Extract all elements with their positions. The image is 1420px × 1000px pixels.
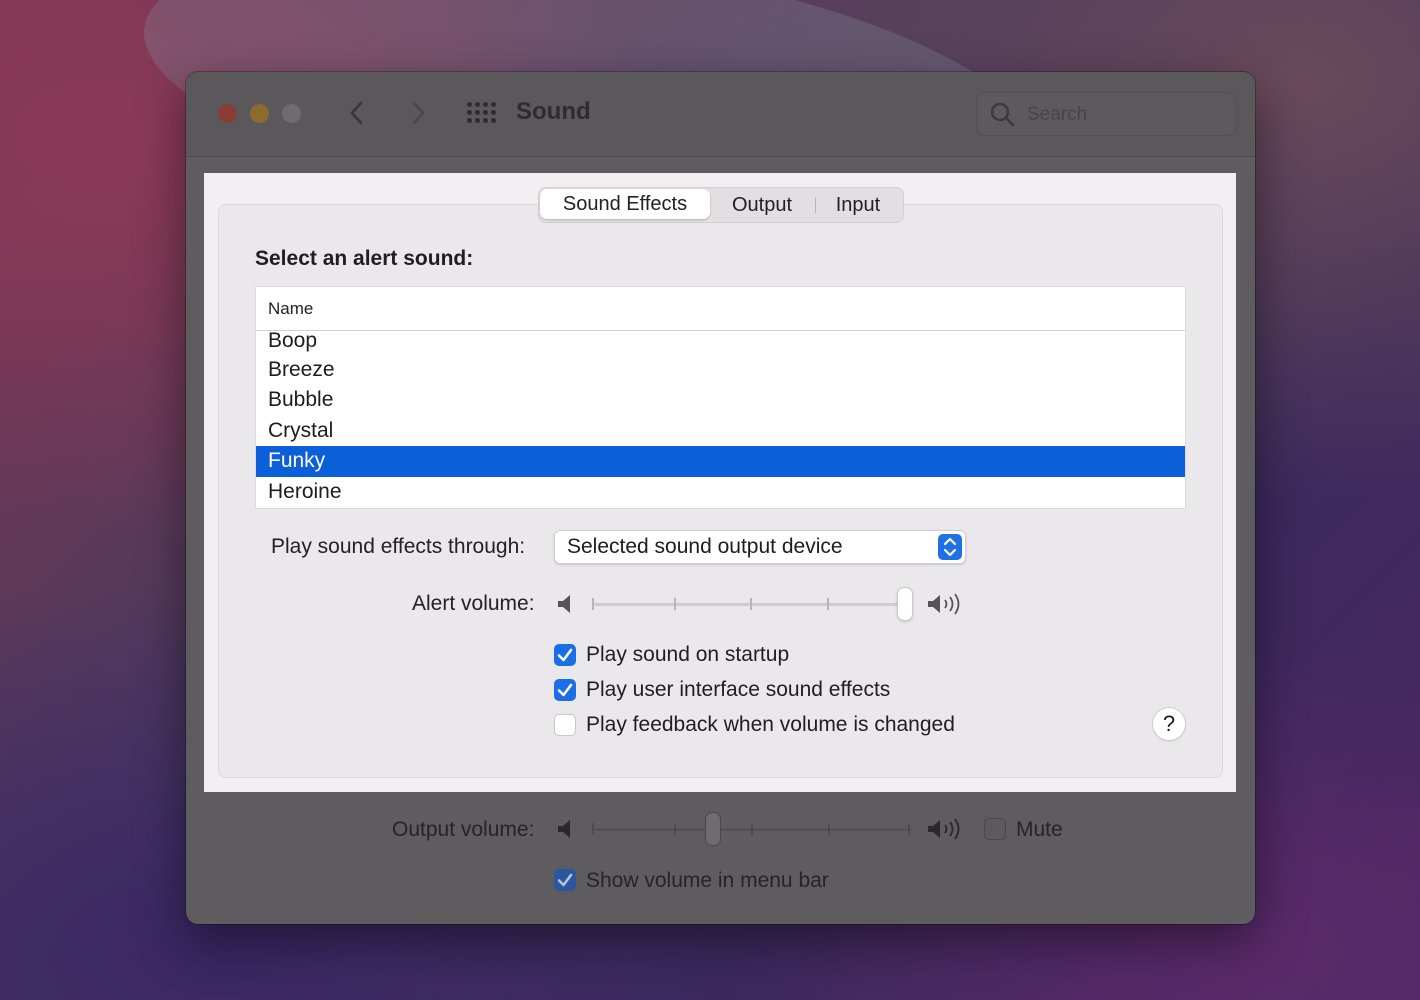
ui-sound-effects-label: Play user interface sound effects xyxy=(586,678,891,701)
speaker-low-icon xyxy=(558,820,570,838)
volume-feedback-label: Play feedback when volume is changed xyxy=(586,713,955,736)
tab-output[interactable]: Output xyxy=(717,188,807,222)
show-volume-label: Show volume in menu bar xyxy=(586,869,829,892)
table-row[interactable]: Breeze xyxy=(256,355,1185,385)
slider-tick xyxy=(827,598,829,610)
alert-sound-table[interactable]: Name Boop Breeze Bubble Crystal Funky He… xyxy=(255,286,1186,509)
tab-input[interactable]: Input xyxy=(815,188,901,222)
table-row[interactable]: Heroine xyxy=(256,477,1185,507)
ui-sound-effects-checkbox[interactable] xyxy=(554,679,576,701)
mute-label: Mute xyxy=(1016,818,1063,841)
slider-tick xyxy=(750,598,752,610)
close-icon[interactable] xyxy=(218,104,237,123)
show-volume-checkbox[interactable] xyxy=(554,869,576,891)
speaker-high-icon xyxy=(928,593,960,615)
play-through-label: Play sound effects through: xyxy=(271,535,526,558)
slider-tick xyxy=(592,823,594,835)
table-row-selected[interactable]: Funky xyxy=(256,446,1185,477)
slider-tick xyxy=(592,598,594,610)
output-device-value: Selected sound output device xyxy=(567,535,843,558)
startup-sound-checkbox[interactable] xyxy=(554,644,576,666)
output-device-select[interactable]: Selected sound output device xyxy=(554,530,966,564)
slider-tick xyxy=(674,823,676,835)
sound-effects-panel: Sound Effects Output Input Select an ale… xyxy=(204,173,1236,792)
slider-tick xyxy=(908,823,910,835)
minimize-icon[interactable] xyxy=(250,104,269,123)
output-volume-knob[interactable] xyxy=(706,813,720,845)
alert-volume-label: Alert volume: xyxy=(412,592,535,615)
slider-tick xyxy=(828,823,830,835)
zoom-icon[interactable] xyxy=(282,104,301,123)
grid-icon[interactable] xyxy=(467,102,497,124)
table-row[interactable]: Boop xyxy=(256,330,1185,355)
volume-feedback-checkbox[interactable] xyxy=(554,714,576,736)
table-header-name[interactable]: Name xyxy=(256,287,1185,331)
chevron-left-icon[interactable] xyxy=(341,96,375,130)
table-row[interactable]: Bubble xyxy=(256,385,1185,415)
search-input[interactable]: Search xyxy=(976,92,1236,136)
search-placeholder: Search xyxy=(1027,104,1088,125)
slider-tick xyxy=(674,598,676,610)
chevron-right-icon[interactable] xyxy=(400,96,434,130)
search-icon xyxy=(990,102,1015,127)
slider-tick xyxy=(751,823,753,835)
mute-checkbox[interactable] xyxy=(984,818,1006,840)
chevron-up-down-icon xyxy=(938,534,962,560)
output-volume-label: Output volume: xyxy=(392,818,535,841)
titlebar: Sound Search xyxy=(186,72,1255,157)
tab-sound-effects[interactable]: Sound Effects xyxy=(540,189,710,219)
alert-volume-slider[interactable] xyxy=(592,603,912,606)
speaker-low-icon xyxy=(558,595,570,613)
alert-sound-heading: Select an alert sound: xyxy=(255,247,474,270)
tab-bar: Sound Effects Output Input xyxy=(538,187,904,223)
window-title: Sound xyxy=(516,98,591,125)
table-row[interactable]: Crystal xyxy=(256,416,1185,446)
startup-sound-label: Play sound on startup xyxy=(586,643,790,666)
alert-volume-knob[interactable] xyxy=(898,588,912,620)
help-button[interactable]: ? xyxy=(1153,708,1185,740)
speaker-high-icon xyxy=(928,818,960,840)
